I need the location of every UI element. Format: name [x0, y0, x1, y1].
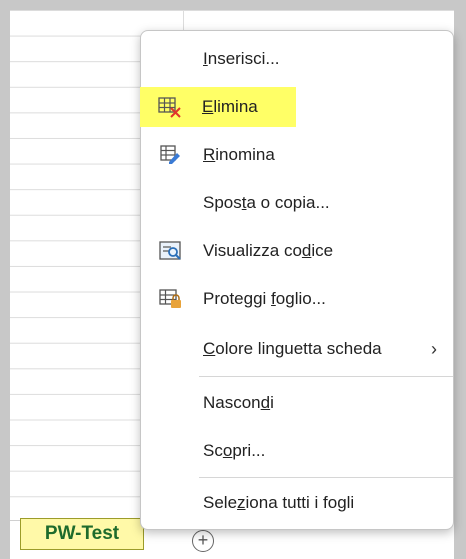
menu-item-view-code[interactable]: Visualizza codice — [141, 231, 453, 271]
menu-item-label: Visualizza codice — [203, 241, 334, 260]
menu-item-label: Scopri... — [203, 441, 266, 460]
sheet-context-menu: Inserisci... Elimina Rinomina Sposta o c… — [140, 30, 454, 530]
add-sheet-button[interactable]: + — [192, 530, 214, 552]
chevron-right-icon: › — [431, 338, 437, 359]
menu-item-label: Nascondi — [203, 393, 274, 412]
menu-item-protect-sheet[interactable]: Proteggi foglio... — [141, 279, 453, 319]
menu-item-label: Sposta o copia... — [203, 193, 330, 212]
sheet-tab-pw-test[interactable]: PW-Test — [20, 518, 144, 550]
plus-icon: + — [197, 530, 209, 550]
menu-item-hide[interactable]: Nascondi — [141, 383, 453, 423]
menu-item-label: Proteggi foglio... — [203, 289, 326, 308]
menu-item-select-all-sheets[interactable]: Seleziona tutti i fogli — [141, 483, 453, 523]
menu-item-label: Elimina — [202, 97, 258, 116]
protect-sheet-icon — [159, 288, 183, 310]
delete-sheet-icon — [158, 96, 182, 118]
menu-item-label: Rinomina — [203, 145, 275, 164]
menu-item-insert[interactable]: Inserisci... — [141, 39, 453, 79]
menu-item-label: Colore linguetta scheda — [203, 339, 382, 358]
menu-item-rename[interactable]: Rinomina — [141, 135, 453, 175]
menu-item-delete[interactable]: Elimina — [140, 87, 296, 127]
sheet-tab-label: PW-Test — [44, 523, 120, 544]
menu-item-move-copy[interactable]: Sposta o copia... — [141, 183, 453, 223]
menu-item-label: Inserisci... — [203, 49, 280, 68]
menu-item-tab-color[interactable]: Colore linguetta scheda › — [141, 329, 453, 369]
menu-separator — [199, 376, 453, 377]
view-code-icon — [159, 240, 183, 262]
menu-item-unhide[interactable]: Scopri... — [141, 431, 453, 471]
menu-item-label: Seleziona tutti i fogli — [203, 493, 355, 512]
menu-separator — [199, 477, 453, 478]
rename-sheet-icon — [159, 144, 183, 166]
